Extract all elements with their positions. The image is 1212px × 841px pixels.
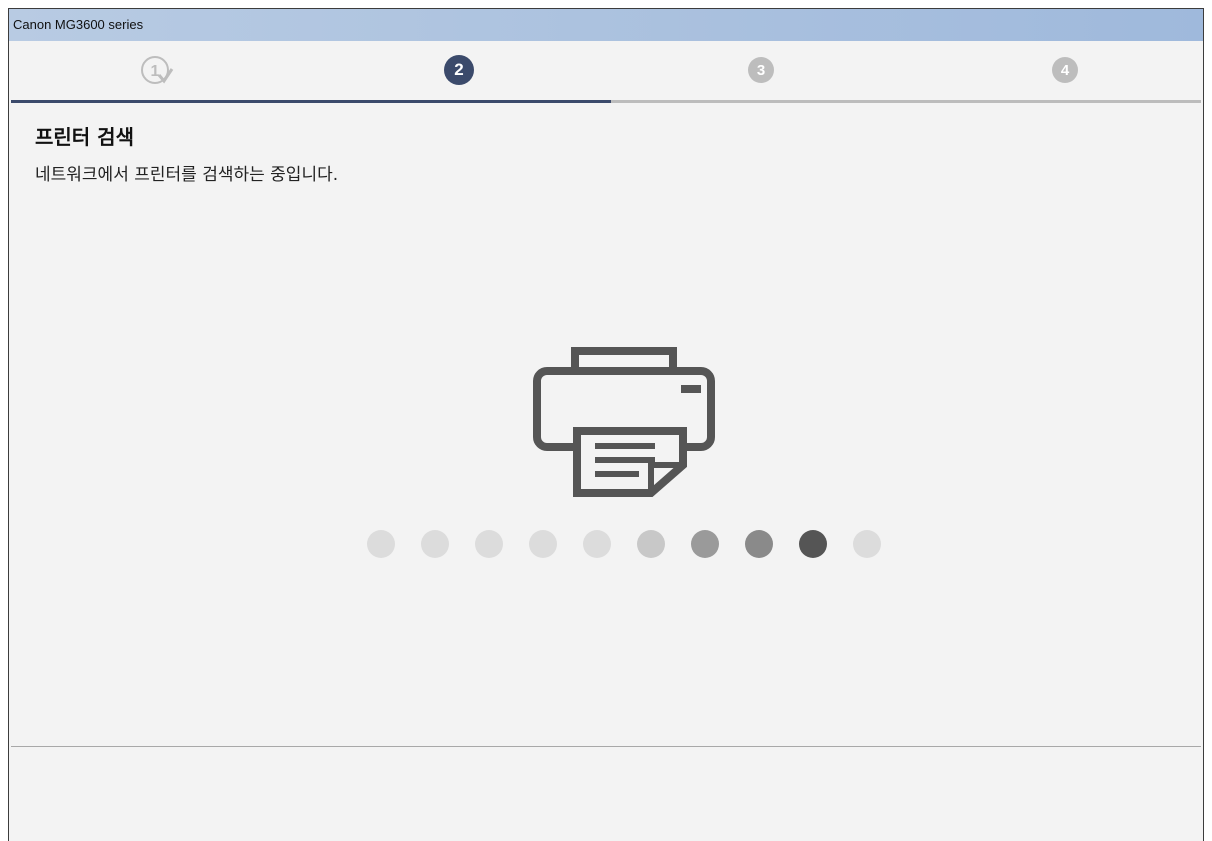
footer-divider [11,746,1201,747]
step-4: 4 [1052,57,1078,83]
step-indicator: 1 2 3 4 [9,41,1203,103]
step-2-label: 2 [454,60,464,79]
loading-dot [583,530,611,558]
title-bar[interactable]: Canon MG3600 series [9,9,1203,41]
printer-icon [533,347,715,497]
loading-dot [637,530,665,558]
loading-dot [853,530,881,558]
loading-dot [745,530,773,558]
loading-dot [799,530,827,558]
step-1-done: 1 [140,53,174,87]
setup-window: Canon MG3600 series 1 2 3 4 프린터 검색 네트워크에… [8,8,1204,841]
step-1-label: 1 [151,63,160,80]
step-3-label: 3 [756,61,766,79]
loading-dot [691,530,719,558]
step-2-active: 2 [444,55,474,85]
step-4-label: 4 [1060,61,1070,79]
loading-dot [421,530,449,558]
check-icon: 1 [141,56,174,84]
page-description: 네트워크에서 프린터를 검색하는 중입니다. [35,165,339,185]
step-3: 3 [748,57,774,83]
page-title: 프린터 검색 [35,125,134,149]
loading-dot [367,530,395,558]
loading-dot [475,530,503,558]
window-title: Canon MG3600 series [13,17,144,32]
progress-fill [11,100,611,103]
loading-dot [529,530,557,558]
